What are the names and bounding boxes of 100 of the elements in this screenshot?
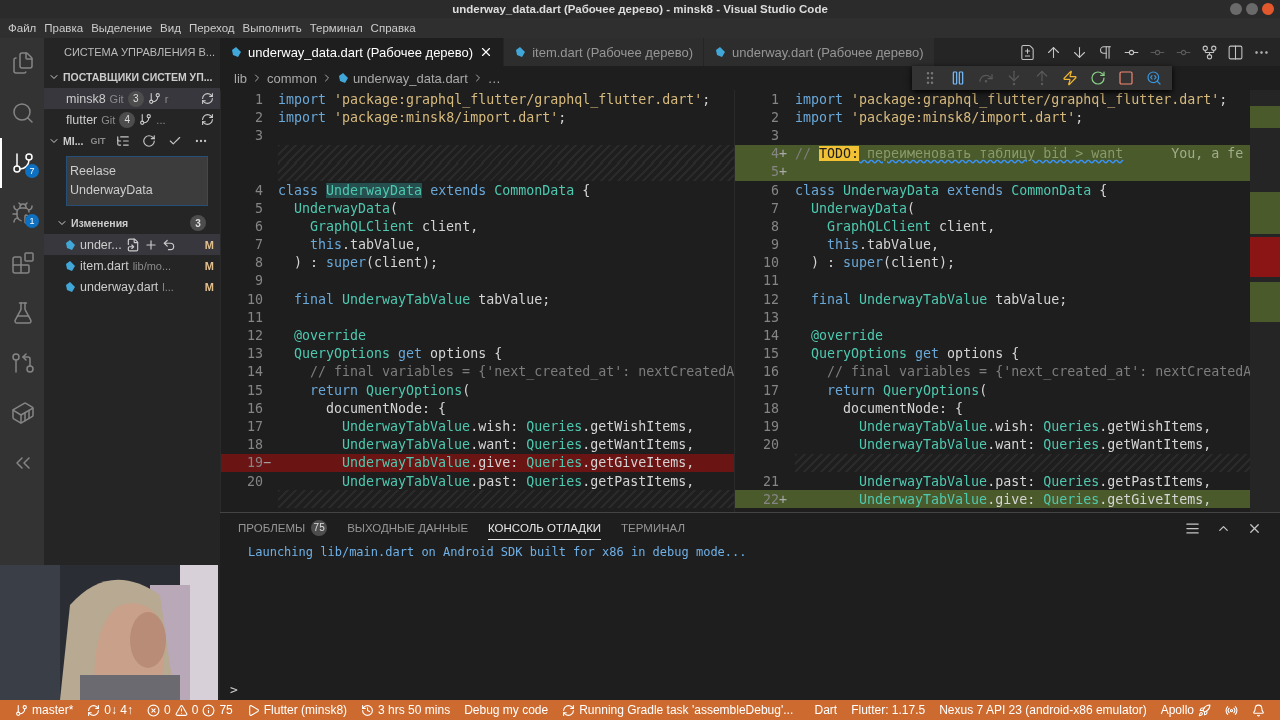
run-status[interactable]: Flutter (minsk8) xyxy=(239,703,355,717)
line-number: 21 xyxy=(762,473,779,489)
restart-icon[interactable] xyxy=(1090,70,1106,86)
flask-icon xyxy=(11,301,35,325)
file-diff-icon[interactable] xyxy=(1019,43,1036,61)
blame-annotation: You, a fe xyxy=(1171,146,1244,162)
undo-icon[interactable] xyxy=(161,237,176,252)
changed-file-row[interactable]: under... M xyxy=(44,234,220,255)
code-line: documentNode: { xyxy=(325,400,447,416)
commit-message-field[interactable]: Reelase UnderwayData xyxy=(66,156,208,206)
activity-bar-item[interactable]: 1 xyxy=(0,188,44,238)
stop-icon[interactable] xyxy=(1118,70,1134,86)
branch-icon[interactable] xyxy=(147,92,161,105)
problems-status[interactable]: 0 0 75 xyxy=(140,703,240,717)
minimize-button[interactable] xyxy=(1230,3,1242,15)
breadcrumb[interactable]: lib xyxy=(234,70,247,86)
code-line: QueryOptions get options { xyxy=(293,346,503,362)
check-icon[interactable] xyxy=(168,134,183,148)
line-number: 11 xyxy=(762,273,779,289)
panel-tab[interactable]: ТЕРМИНАЛ xyxy=(621,516,685,540)
panel-tab[interactable]: ПРОБЛЕМЫ 75 xyxy=(238,516,328,540)
bug-play-icon xyxy=(11,201,35,225)
console-prompt[interactable]: > xyxy=(230,681,238,697)
diff-marker: + xyxy=(779,146,788,162)
dart-file-icon xyxy=(64,280,76,293)
code-line: class UnderwayData extends CommonData { xyxy=(795,182,1108,198)
menu-item[interactable]: Правка xyxy=(40,22,88,34)
line-number: 2 xyxy=(770,109,779,125)
code-line: // final variables = {'next_created_at': nextCreatedA xyxy=(309,364,734,380)
pause-icon[interactable] xyxy=(950,70,966,86)
count-badge: 3 xyxy=(190,215,206,231)
breadcrumb[interactable]: … xyxy=(487,70,501,86)
editor-tab[interactable]: underway_data.dart (Рабочее дерево) xyxy=(220,38,505,66)
menu-item[interactable]: Файл xyxy=(4,22,41,34)
panel-tab[interactable]: КОНСОЛЬ ОТЛАДКИ xyxy=(488,516,602,540)
repository-row[interactable]: minsk8 Git 3 r xyxy=(44,88,220,109)
file-path: lib/mo... xyxy=(132,259,172,272)
sync-icon[interactable] xyxy=(201,92,214,105)
line-number: 14 xyxy=(762,328,779,344)
line-number: 19 xyxy=(246,455,263,471)
sync-status[interactable]: 0↓ 4↑ xyxy=(80,703,141,717)
code-line: return QueryOptions( xyxy=(309,382,471,398)
branch-name: ... xyxy=(156,113,166,126)
repository-name: minsk8 xyxy=(66,91,106,106)
code-line: this.tabValue, xyxy=(826,237,940,253)
status-item[interactable]: Nexus 7 API 23 (android-x86 emulator) xyxy=(932,703,1154,717)
dart-file-icon xyxy=(64,259,76,272)
line-number: 17 xyxy=(762,382,779,398)
panel-tab[interactable]: ВЫХОДНЫЕ ДАННЫЕ xyxy=(347,516,469,540)
maximize-button[interactable] xyxy=(1246,3,1258,15)
line-number: 3 xyxy=(770,127,779,143)
fork-icon[interactable] xyxy=(1201,43,1218,61)
status-text: master* xyxy=(32,703,74,717)
code-line: UnderwayTabValue.wish: Queries.getWishItems, xyxy=(858,418,1212,434)
code-line: @override xyxy=(293,328,367,344)
sync-icon[interactable] xyxy=(201,113,214,126)
breadcrumb[interactable]: common xyxy=(267,70,317,86)
window-title: underway_data.dart (Рабочее дерево) - minsk8 - Visual Studio Code xyxy=(452,3,828,15)
plus-icon[interactable] xyxy=(143,237,158,252)
editor-tab[interactable]: item.dart (Рабочее дерево) xyxy=(504,38,704,66)
repository-row[interactable]: flutter Git 4 ... xyxy=(44,109,220,130)
menu-item[interactable]: Выделение xyxy=(87,22,157,34)
status-text: Apollo xyxy=(1160,703,1194,717)
open-file-icon[interactable] xyxy=(125,237,140,252)
time-status[interactable]: 3 hrs 50 mins xyxy=(354,703,458,717)
diff-marker: + xyxy=(779,491,788,507)
close-button[interactable] xyxy=(1262,3,1274,15)
branch-icon[interactable] xyxy=(139,113,153,126)
status-item[interactable]: Dart xyxy=(807,703,845,717)
menu-item[interactable]: Терминал xyxy=(305,22,367,34)
changed-file-row[interactable]: underway.dart l... M xyxy=(44,276,220,297)
clear-console-icon[interactable] xyxy=(1185,520,1200,536)
code-line: @override xyxy=(810,328,884,344)
status-text: 3 hrs 50 mins xyxy=(378,703,451,717)
search-icon[interactable] xyxy=(1146,70,1162,86)
dart-file-icon xyxy=(64,238,76,251)
lightning-icon[interactable] xyxy=(1062,70,1078,86)
count-badge: 4 xyxy=(119,111,136,128)
branch-status[interactable]: master* xyxy=(8,703,81,717)
line-number: 10 xyxy=(762,255,779,271)
refresh-icon[interactable] xyxy=(142,134,157,148)
diff-marker: + xyxy=(779,164,788,180)
console-line: Launching lib/main.dart on Android SDK built for x86 in debug mode... xyxy=(248,545,748,559)
breadcrumb[interactable]: underway_data.dart xyxy=(352,70,468,86)
status-item[interactable]: Flutter: 1.17.5 xyxy=(844,703,933,717)
changed-file-row[interactable]: item.dart lib/mo... M xyxy=(44,255,220,276)
menu-item[interactable]: Вид xyxy=(156,22,185,34)
apollo-status[interactable]: Apollo xyxy=(1153,703,1218,717)
status-item[interactable]: Debug my code xyxy=(457,703,556,717)
pilcrow-icon[interactable] xyxy=(1097,43,1114,61)
repository-name: flutter xyxy=(66,112,98,127)
split-editor-icon[interactable] xyxy=(1227,43,1244,61)
tree-view-icon[interactable] xyxy=(116,134,131,148)
sync-icon xyxy=(87,703,101,717)
file-status: M xyxy=(204,259,214,272)
line-number: 15 xyxy=(246,382,263,398)
menu-item[interactable]: Переход xyxy=(184,22,239,34)
editor-tab[interactable]: underway.dart (Рабочее дерево) xyxy=(703,38,935,66)
menu-item[interactable]: Выполнить xyxy=(238,22,306,34)
menu-item[interactable]: Справка xyxy=(366,22,420,34)
